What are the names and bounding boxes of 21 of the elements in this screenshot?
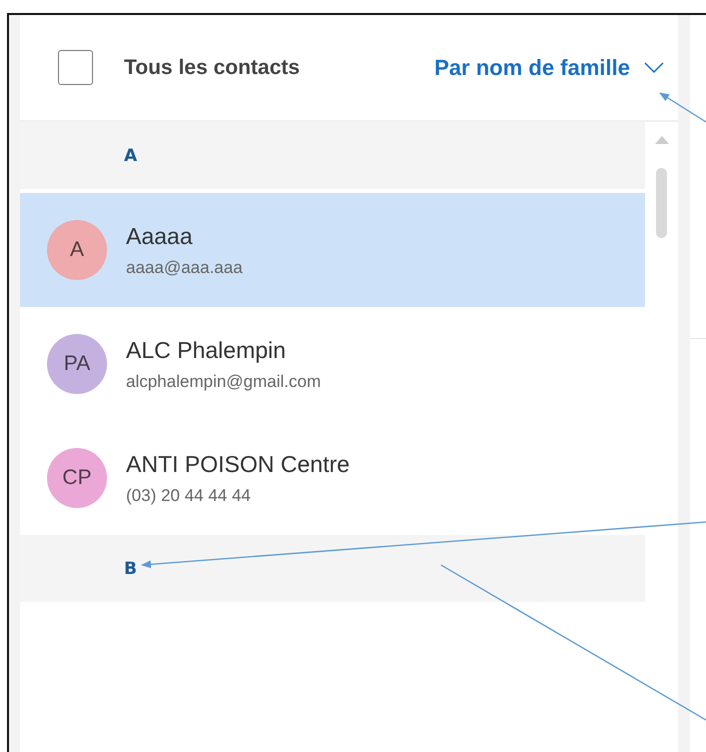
group-letter: B <box>124 558 137 578</box>
avatar: A <box>47 220 107 280</box>
contact-name: ANTI POISON Centre <box>126 450 350 478</box>
contact-row[interactable]: PA ALC Phalempin alcphalempin@gmail.com <box>20 307 645 421</box>
select-all-checkbox[interactable] <box>58 50 93 85</box>
scroll-thumb[interactable] <box>656 168 667 238</box>
group-letter: A <box>124 146 138 166</box>
avatar: CP <box>47 448 107 508</box>
avatar: PA <box>47 334 107 394</box>
contact-detail: (03) 20 44 44 44 <box>126 486 252 506</box>
contact-row[interactable]: A Aaaaa aaaa@aaa.aaa <box>20 193 645 307</box>
scroll-up-icon[interactable] <box>655 136 669 144</box>
chevron-down-icon <box>644 62 664 74</box>
contact-row[interactable]: CP ANTI POISON Centre (03) 20 44 44 44 <box>20 421 645 535</box>
sort-dropdown[interactable]: Par nom de famille <box>434 54 664 80</box>
annotation-arrow <box>659 92 706 123</box>
list-title: Tous les contacts <box>124 56 300 80</box>
contact-name: Aaaaa <box>126 222 194 250</box>
contact-name: ALC Phalempin <box>126 336 287 364</box>
contact-detail: alcphalempin@gmail.com <box>126 372 321 392</box>
contact-detail: aaaa@aaa.aaa <box>126 258 243 278</box>
